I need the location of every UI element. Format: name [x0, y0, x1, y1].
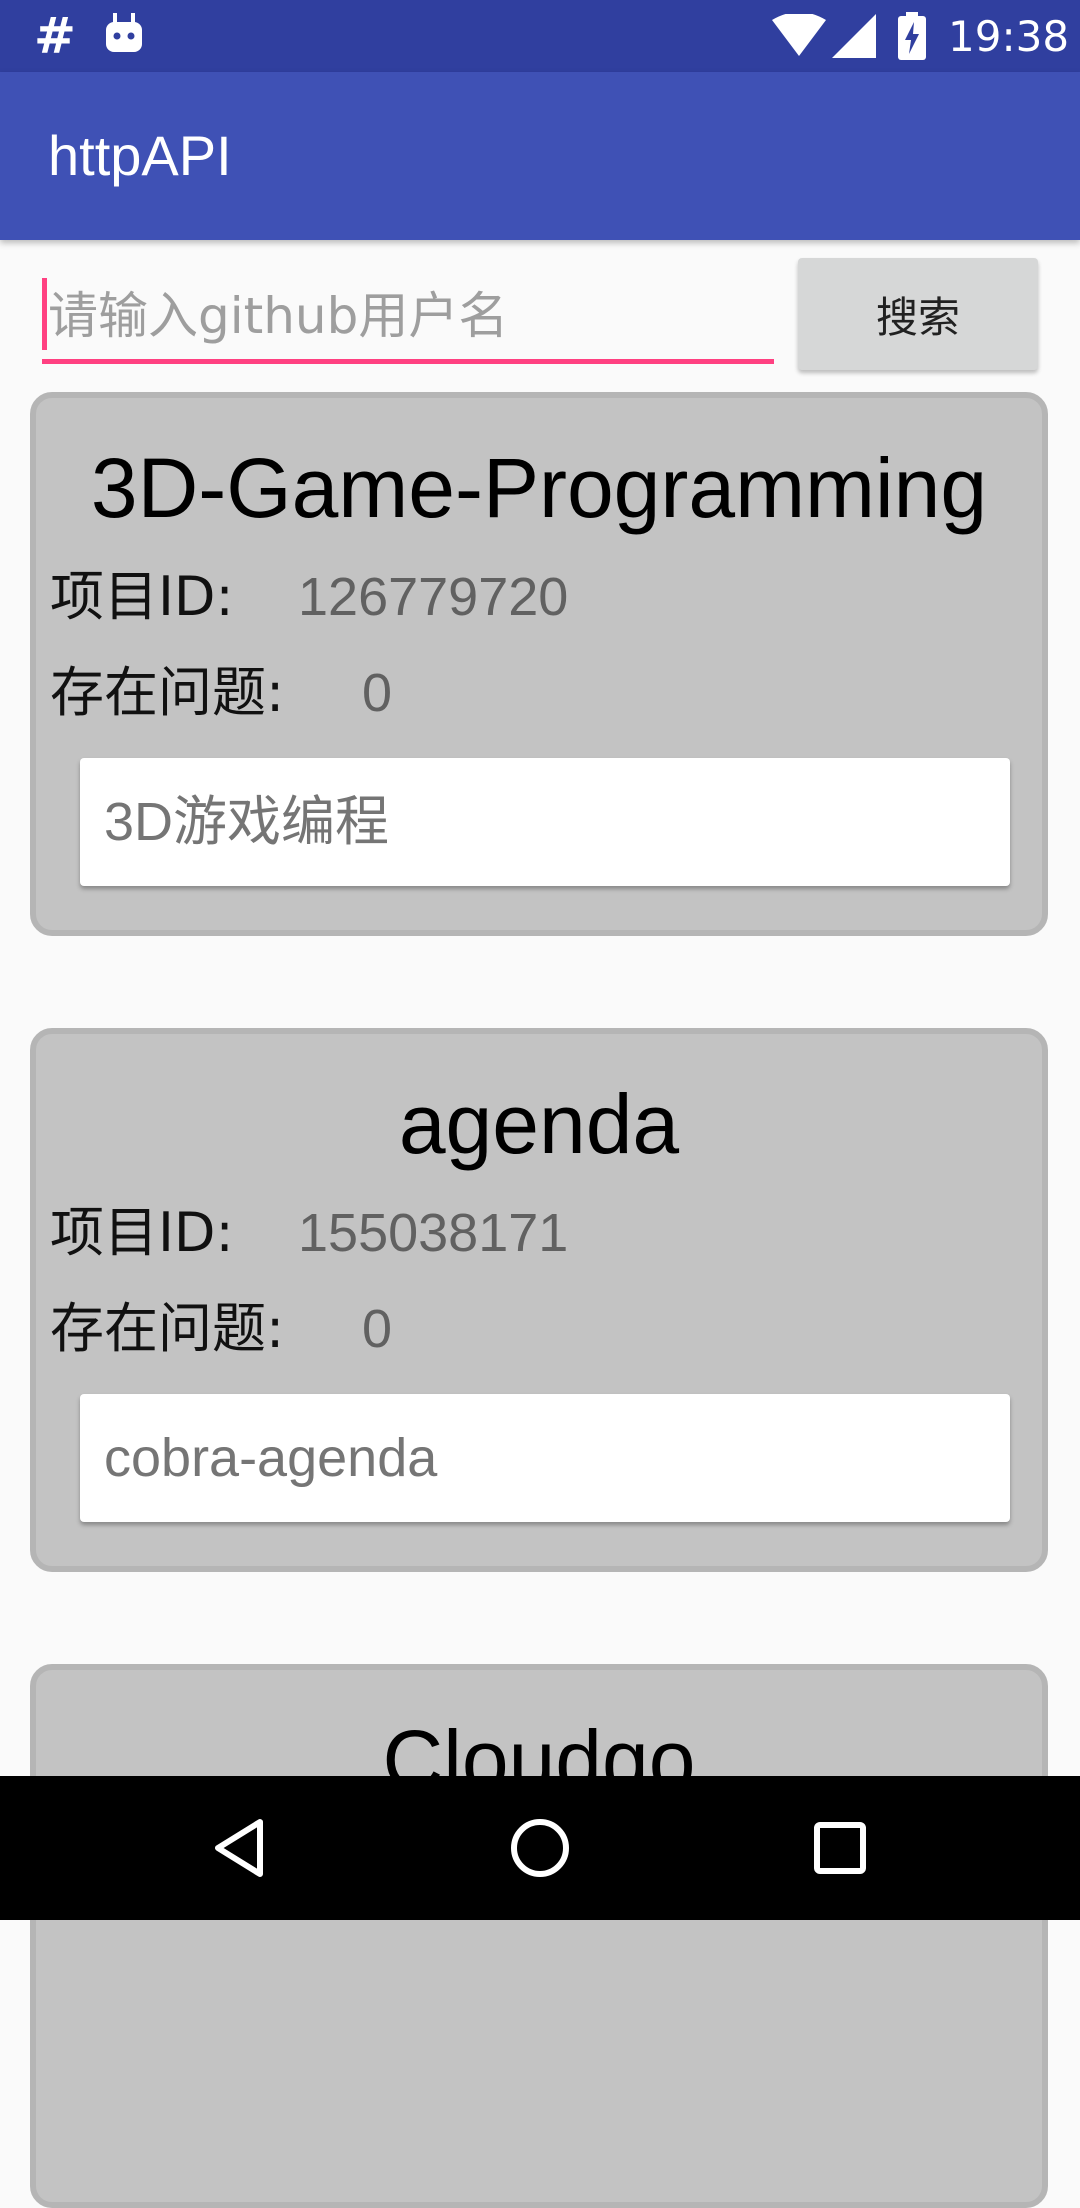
repo-description-box: 3D游戏编程 [80, 758, 1010, 886]
repo-id-value: 155038171 [298, 1203, 569, 1263]
navigation-bar [0, 1776, 1080, 1920]
android-notification-icon [106, 13, 142, 52]
repo-card[interactable]: 3D-Game-Programming 项目ID: 126779720 存在问题… [30, 392, 1048, 936]
wifi-icon [772, 14, 826, 56]
repo-issues-label: 存在问题: [50, 661, 285, 724]
text-cursor [42, 278, 47, 350]
battery-charging-icon [898, 12, 926, 60]
username-search-input[interactable] [42, 272, 774, 364]
repo-description-box: cobra-agenda [80, 1394, 1010, 1522]
repo-id-label: 项目ID: [50, 565, 234, 628]
cell-signal-icon [832, 14, 876, 58]
repo-issues-value: 0 [362, 663, 393, 723]
repo-card[interactable]: Cloudgo [30, 1664, 1048, 2208]
recents-icon[interactable] [808, 1816, 872, 1880]
app-bar: httpAPI [0, 72, 1080, 240]
status-bar: # 19:38 [0, 0, 1080, 72]
repo-card[interactable]: agenda 项目ID: 155038171 存在问题: 0 cobra-age… [30, 1028, 1048, 1572]
app-title: httpAPI [48, 124, 232, 187]
repo-id-label: 项目ID: [50, 1201, 234, 1264]
clock-time: 19:38 [948, 12, 1070, 61]
repo-description: cobra-agenda [104, 1428, 438, 1488]
repo-id-value: 126779720 [298, 567, 569, 627]
search-button[interactable]: 搜索 [798, 258, 1038, 370]
back-icon[interactable] [208, 1816, 272, 1880]
repo-issues-label: 存在问题: [50, 1297, 285, 1360]
repo-name: agenda [398, 1077, 680, 1171]
repo-issues-value: 0 [362, 1299, 393, 1359]
home-icon[interactable] [508, 1816, 572, 1880]
hash-notification-icon: # [34, 7, 76, 65]
repo-description: 3D游戏编程 [104, 792, 390, 852]
repo-name: 3D-Game-Programming [90, 441, 988, 535]
